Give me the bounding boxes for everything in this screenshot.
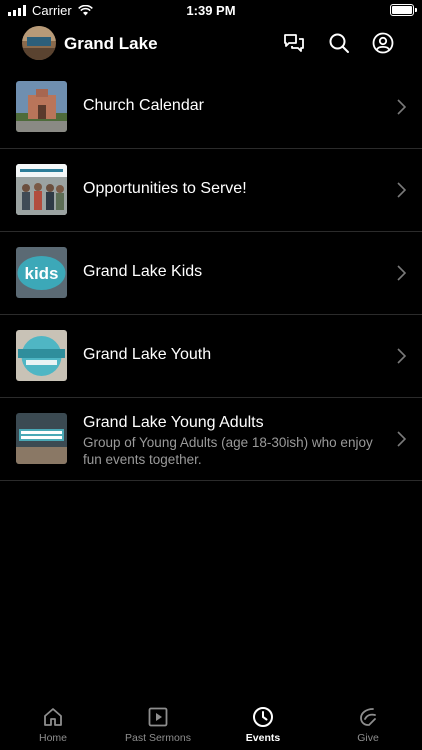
play-icon [148,707,168,727]
clock-icon [253,707,273,727]
chevron-right-icon [397,99,406,115]
chevron-right-icon [397,431,406,447]
tab-events[interactable]: Events [213,706,313,744]
home-icon [44,708,62,726]
events-list: Church Calendar Opportunities to Serve! [0,66,422,481]
list-item-title: Grand Lake Young Adults [83,414,264,431]
list-item-title: Grand Lake Youth [83,346,212,363]
chevron-right-icon [397,265,406,281]
svg-text:kids: kids [24,264,58,283]
give-icon [360,708,376,726]
tab-label: Past Sermons [125,732,191,744]
list-item-title: Grand Lake Kids [83,263,203,280]
search-icon[interactable] [326,30,352,56]
list-item-youth[interactable]: Grand Lake Youth [0,315,422,398]
status-time: 1:39 PM [186,3,236,18]
list-item-opportunities[interactable]: Opportunities to Serve! [0,149,422,232]
battery-icon [390,4,417,16]
tab-home[interactable]: Home [3,706,103,744]
list-item-title: Church Calendar [83,97,204,114]
youth-logo-thumbnail [16,330,67,381]
serve-group-thumbnail [16,164,67,215]
chevron-right-icon [397,348,406,364]
church-logo-avatar[interactable] [22,26,56,60]
app-title: Grand Lake [64,34,158,53]
list-item-description: Group of Young Adults (age 18-30ish) who… [83,435,373,467]
tab-past-sermons[interactable]: Past Sermons [108,706,208,744]
kids-logo-thumbnail: kids [16,247,67,298]
account-icon[interactable] [370,30,396,56]
tab-bar: Home Past Sermons Events Give [0,700,422,750]
tab-label: Give [357,732,379,744]
chat-icon[interactable] [281,30,307,56]
tab-give[interactable]: Give [318,706,418,744]
tab-label: Home [38,732,67,744]
list-item-church-calendar[interactable]: Church Calendar [0,66,422,149]
tab-label: Events [245,732,281,744]
list-item-young-adults[interactable]: Grand Lake Young Adults Group of Young A… [0,398,422,481]
young-adults-thumbnail [16,413,67,464]
list-item-kids[interactable]: kids Grand Lake Kids [0,232,422,315]
list-item-title: Opportunities to Serve! [83,180,247,197]
chevron-right-icon [397,182,406,198]
app-header: Grand Lake [0,22,422,66]
status-bar: Carrier 1:39 PM [0,0,422,22]
church-building-thumbnail [16,81,67,132]
